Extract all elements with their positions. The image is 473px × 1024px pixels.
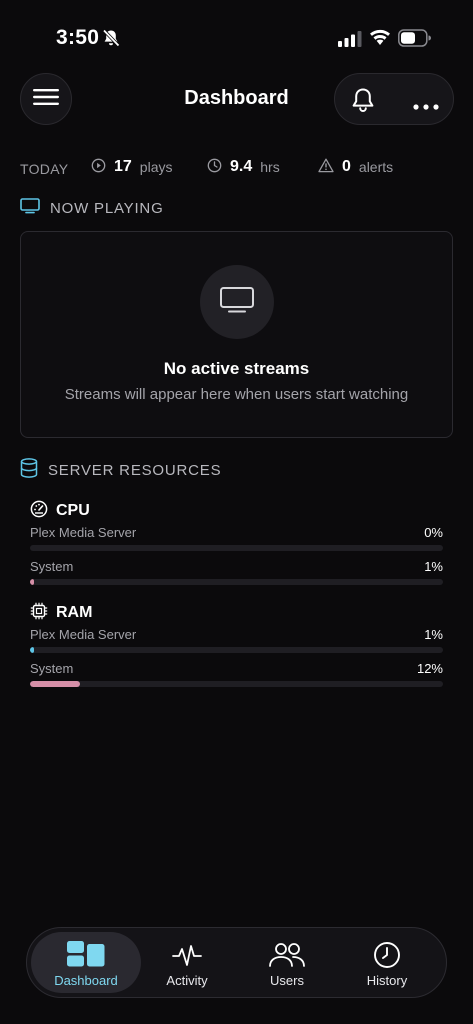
battery-icon <box>398 29 432 52</box>
today-label: TODAY <box>20 161 69 177</box>
ram-title: RAM <box>56 604 93 621</box>
resource-percent: 1% <box>424 627 443 642</box>
now-playing-label: NOW PLAYING <box>50 199 164 217</box>
today-stats: TODAY 17 plays 9.4 hrs 0 alerts <box>20 158 453 180</box>
speedometer-icon <box>30 500 48 523</box>
dashboard-icon <box>67 941 105 972</box>
tab-label: Dashboard <box>54 973 118 988</box>
resource-row: Plex Media Server 1% <box>30 623 443 657</box>
tab-users[interactable]: Users <box>237 932 337 993</box>
alerts-stat: 0 alerts <box>318 158 393 176</box>
tab-activity[interactable]: Activity <box>137 932 237 993</box>
hours-value: 9.4 <box>230 158 253 175</box>
clock-icon <box>207 158 222 176</box>
tab-history[interactable]: History <box>337 932 437 993</box>
tab-label: History <box>366 973 408 988</box>
resource-label: System <box>30 559 74 574</box>
users-icon <box>268 941 306 974</box>
server-resources-header: SERVER RESOURCES <box>20 458 221 482</box>
bottom-tab-bar: Dashboard Activity Users History <box>26 927 447 998</box>
tab-dashboard[interactable]: Dashboard <box>31 932 141 993</box>
header-actions <box>334 73 454 125</box>
memory-chip-icon <box>30 602 48 625</box>
tab-label: Activity <box>166 973 208 988</box>
status-bar: 3:50 <box>0 0 473 70</box>
usage-bar-fill <box>30 579 35 585</box>
now-playing-header: NOW PLAYING <box>20 198 164 218</box>
tv-icon <box>219 286 255 319</box>
usage-bar <box>30 647 443 653</box>
database-icon <box>20 458 38 482</box>
dashboard-screen: 3:50 Dashboard TODAY 17 plays 9.4 hrs 0 … <box>0 0 473 1024</box>
resource-label: Plex Media Server <box>30 627 137 642</box>
resource-percent: 12% <box>416 661 443 676</box>
resource-label: System <box>30 661 74 676</box>
cellular-signal-icon <box>338 31 362 52</box>
usage-bar <box>30 681 443 687</box>
alerts-unit: alerts <box>358 159 394 175</box>
usage-bar <box>30 579 443 585</box>
usage-bar-fill <box>30 647 35 653</box>
alerts-count: 0 <box>342 158 351 175</box>
notifications-bell-icon[interactable] <box>349 86 377 119</box>
cpu-title: CPU <box>56 502 90 519</box>
resource-percent: 0% <box>424 525 443 540</box>
server-resources-label: SERVER RESOURCES <box>48 461 222 479</box>
resource-row: System 12% <box>30 657 443 691</box>
empty-state-subtitle: Streams will appear here when users star… <box>64 386 409 403</box>
status-time: 3:50 <box>56 26 100 49</box>
hours-stat: 9.4 hrs <box>207 158 280 176</box>
plays-stat: 17 plays <box>91 158 172 176</box>
resource-row: System 1% <box>30 555 443 589</box>
wifi-icon <box>369 28 391 51</box>
play-circle-icon <box>91 158 106 176</box>
activity-icon <box>172 941 202 974</box>
more-options-icon[interactable] <box>413 97 439 115</box>
resource-label: Plex Media Server <box>30 525 137 540</box>
empty-state-title: No active streams <box>163 359 310 378</box>
resource-row: Plex Media Server 0% <box>30 521 443 555</box>
history-icon <box>373 941 401 974</box>
resource-percent: 1% <box>424 559 443 574</box>
silent-mode-icon <box>101 28 121 53</box>
ram-title-row: RAM <box>30 602 443 625</box>
plays-count: 17 <box>114 158 132 175</box>
now-playing-card: No active streams Streams will appear he… <box>20 231 453 438</box>
cpu-title-row: CPU <box>30 500 443 523</box>
usage-bar-fill <box>30 681 80 687</box>
hours-unit: hrs <box>260 159 280 175</box>
usage-bar <box>30 545 443 551</box>
plays-unit: plays <box>139 159 173 175</box>
tv-placeholder <box>200 265 274 339</box>
warning-triangle-icon <box>318 158 334 176</box>
cpu-group: CPU Plex Media Server 0% System 1% <box>30 500 443 589</box>
monitor-icon <box>20 198 40 218</box>
ram-group: RAM Plex Media Server 1% System 12% <box>30 602 443 691</box>
tab-label: Users <box>270 973 304 988</box>
